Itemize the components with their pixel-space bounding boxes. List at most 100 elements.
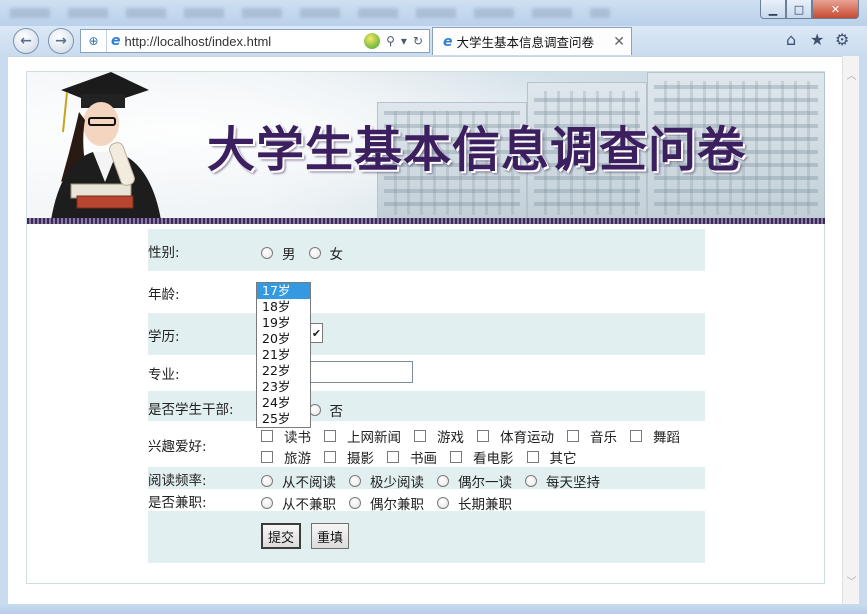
checkbox-calligraphy[interactable] bbox=[387, 451, 399, 463]
parttime-long-label: 长期兼职 bbox=[458, 497, 512, 513]
navigation-bar: ← → ⊕ e http://localhost/index.html ⚲ ▾ … bbox=[0, 26, 867, 56]
radio-reading-daily[interactable] bbox=[525, 475, 537, 487]
reading-sometimes-label: 偶尔一读 bbox=[458, 475, 512, 491]
age-option[interactable]: 22岁 bbox=[257, 363, 310, 379]
cadre-label: 是否学生干部: bbox=[148, 402, 234, 418]
radio-female[interactable] bbox=[308, 247, 321, 259]
close-window-button[interactable]: ✕ bbox=[812, 0, 859, 19]
minimize-button[interactable]: ▁ bbox=[760, 0, 786, 19]
hobby-dance[interactable]: 舞蹈 bbox=[630, 426, 680, 446]
education-select-dropdown[interactable]: ✔ bbox=[311, 323, 323, 343]
hobby-music-label: 音乐 bbox=[590, 430, 617, 446]
back-button[interactable]: ← bbox=[13, 28, 39, 54]
tab-close-icon[interactable]: ✕ bbox=[613, 34, 625, 50]
reading-option-daily[interactable]: 每天坚持 bbox=[525, 471, 600, 491]
age-option[interactable]: 24岁 bbox=[257, 395, 310, 411]
parttime-row: 是否兼职: 从不兼职 偶尔兼职 长期兼职 bbox=[148, 489, 705, 513]
hobby-other-label: 其它 bbox=[549, 451, 577, 467]
search-icon[interactable]: ⚲ bbox=[386, 34, 395, 48]
checkbox-news[interactable] bbox=[324, 430, 336, 442]
graduate-student-image bbox=[51, 72, 161, 220]
favorites-star-icon[interactable]: ★ bbox=[810, 30, 824, 49]
checkbox-sports[interactable] bbox=[477, 430, 489, 442]
radio-parttime-never[interactable] bbox=[261, 497, 273, 509]
hobby-games[interactable]: 游戏 bbox=[414, 426, 464, 446]
hobby-calligraphy[interactable]: 书画 bbox=[387, 447, 437, 467]
hobby-photography[interactable]: 摄影 bbox=[324, 447, 374, 467]
gender-option-female[interactable]: 女 bbox=[308, 243, 344, 263]
radio-parttime-long[interactable] bbox=[437, 497, 449, 509]
shield-icon[interactable]: ⊕ bbox=[81, 30, 107, 52]
refresh-icon[interactable]: ↻ bbox=[413, 34, 423, 48]
reading-option-rarely[interactable]: 极少阅读 bbox=[349, 471, 424, 491]
age-row: 年龄: bbox=[148, 271, 705, 313]
age-option[interactable]: 23岁 bbox=[257, 379, 310, 395]
parttime-option-never[interactable]: 从不兼职 bbox=[261, 493, 336, 513]
hobby-calligraphy-label: 书画 bbox=[410, 451, 437, 467]
age-option[interactable]: 17岁 bbox=[257, 283, 310, 299]
reset-button[interactable]: 重填 bbox=[311, 523, 350, 549]
age-option[interactable]: 19岁 bbox=[257, 315, 310, 331]
checkbox-travel[interactable] bbox=[261, 451, 273, 463]
checkbox-reading[interactable] bbox=[261, 430, 273, 442]
age-dropdown-list[interactable]: 17岁 18岁 19岁 20岁 21岁 22岁 23岁 24岁 25岁 bbox=[256, 282, 311, 428]
hobby-travel-label: 旅游 bbox=[284, 451, 311, 467]
reading-option-sometimes[interactable]: 偶尔一读 bbox=[437, 471, 512, 491]
checkbox-music[interactable] bbox=[567, 430, 579, 442]
home-icon[interactable]: ⌂ bbox=[786, 30, 796, 49]
age-option[interactable]: 25岁 bbox=[257, 411, 310, 427]
parttime-option-long[interactable]: 长期兼职 bbox=[437, 493, 512, 513]
age-option[interactable]: 20岁 bbox=[257, 331, 310, 347]
hobby-music[interactable]: 音乐 bbox=[567, 426, 617, 446]
submit-button[interactable]: 提交 bbox=[261, 523, 302, 549]
hobby-movies[interactable]: 看电影 bbox=[450, 447, 514, 467]
checkbox-other[interactable] bbox=[526, 451, 539, 463]
address-bar[interactable]: ⊕ e http://localhost/index.html ⚲ ▾ ↻ bbox=[80, 29, 430, 53]
checkbox-games[interactable] bbox=[414, 430, 426, 442]
dropdown-icon[interactable]: ▾ bbox=[401, 34, 407, 48]
hobby-reading[interactable]: 读书 bbox=[261, 426, 311, 446]
cadre-option-no[interactable]: 否 bbox=[308, 400, 343, 420]
survey-form: 性别: 男 女 年龄: 学历: 专业: 是否学生干部: 是 否 bbox=[148, 229, 705, 563]
hobby-sports[interactable]: 体育运动 bbox=[477, 426, 554, 446]
parttime-option-occasional[interactable]: 偶尔兼职 bbox=[349, 493, 424, 513]
radio-reading-never[interactable] bbox=[261, 475, 273, 487]
reading-label: 阅读频率: bbox=[148, 473, 207, 489]
gender-label: 性别: bbox=[148, 245, 180, 261]
url-text[interactable]: http://localhost/index.html bbox=[125, 34, 365, 49]
education-label: 学历: bbox=[148, 329, 180, 345]
scroll-up-icon[interactable]: ︿ bbox=[843, 66, 860, 83]
checkbox-movies[interactable] bbox=[450, 451, 462, 463]
age-option[interactable]: 18岁 bbox=[257, 299, 310, 315]
tab-title: 大学生基本信息调查问卷 bbox=[456, 35, 595, 50]
tab-ie-icon: e bbox=[443, 33, 453, 50]
hobby-news[interactable]: 上网新闻 bbox=[324, 426, 401, 446]
gender-male-label: 男 bbox=[282, 247, 296, 263]
browser-tab[interactable]: e 大学生基本信息调查问卷 ✕ bbox=[432, 27, 632, 55]
reading-never-label: 从不阅读 bbox=[282, 475, 336, 491]
compat-icon[interactable] bbox=[364, 33, 381, 49]
radio-reading-sometimes[interactable] bbox=[437, 475, 449, 487]
forward-button[interactable]: → bbox=[48, 28, 74, 54]
radio-parttime-occasional[interactable] bbox=[349, 497, 361, 509]
page-container: 大学生基本信息调查问卷 性别: 男 女 年龄: 学历: 专业: 是否学生干部: bbox=[26, 71, 825, 584]
gender-female-label: 女 bbox=[329, 247, 344, 263]
gear-icon[interactable]: ⚙ bbox=[835, 30, 849, 49]
title-bar: ▁ □ ✕ bbox=[0, 0, 867, 26]
vertical-scrollbar[interactable]: ︿ ﹀ bbox=[842, 56, 859, 604]
window-frame-right bbox=[859, 56, 867, 604]
reading-option-never[interactable]: 从不阅读 bbox=[261, 471, 336, 491]
age-option[interactable]: 21岁 bbox=[257, 347, 310, 363]
ie-page-icon: e bbox=[111, 33, 121, 49]
gender-option-male[interactable]: 男 bbox=[261, 243, 296, 263]
radio-reading-rarely[interactable] bbox=[349, 475, 361, 487]
checkbox-photography[interactable] bbox=[324, 451, 336, 463]
scroll-down-icon[interactable]: ﹀ bbox=[843, 572, 860, 589]
maximize-button[interactable]: □ bbox=[786, 0, 812, 19]
back-arrow-icon: ← bbox=[20, 33, 32, 49]
radio-male[interactable] bbox=[261, 247, 273, 259]
hobby-travel[interactable]: 旅游 bbox=[261, 447, 311, 467]
hobby-other[interactable]: 其它 bbox=[526, 447, 577, 467]
hobby-news-label: 上网新闻 bbox=[347, 430, 401, 446]
checkbox-dance[interactable] bbox=[630, 430, 642, 442]
